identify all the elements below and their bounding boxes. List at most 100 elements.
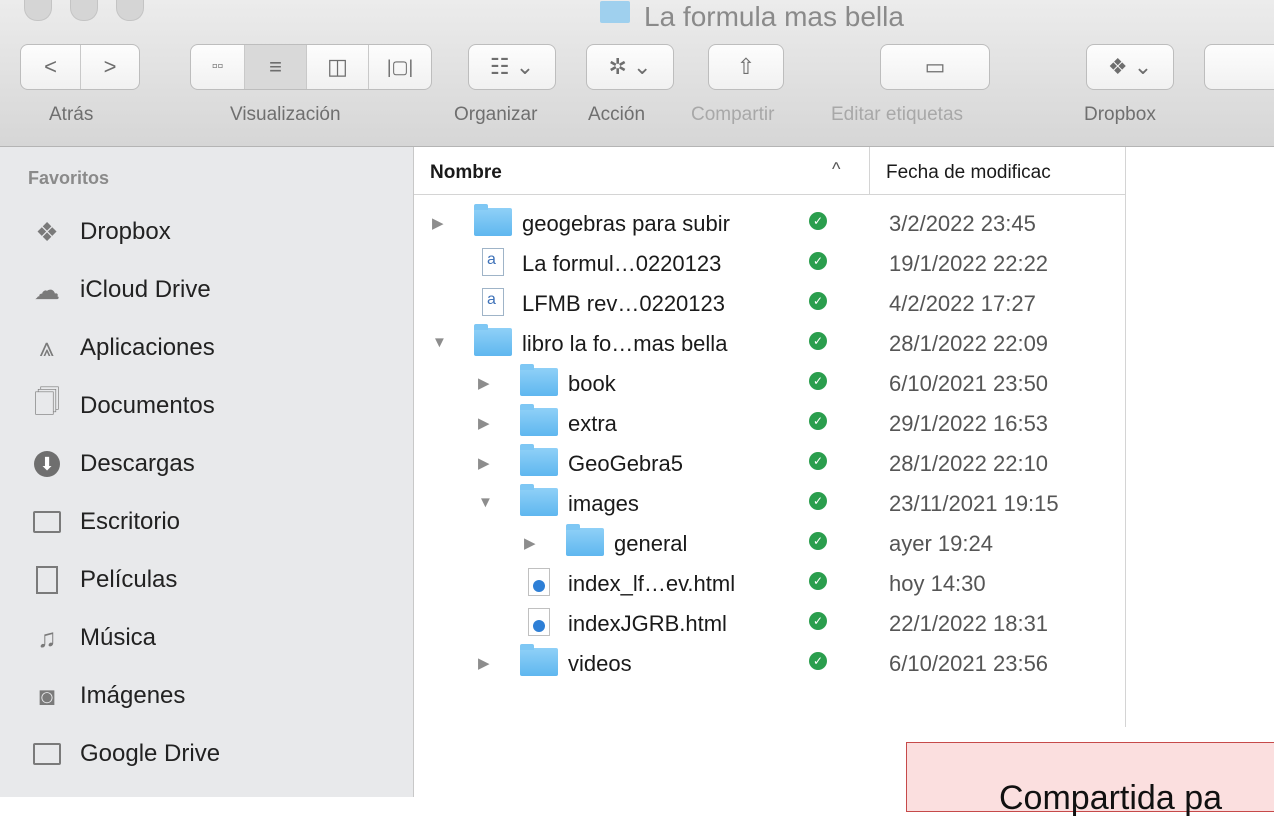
share-label: Compartir: [691, 104, 775, 125]
file-icon: [520, 568, 550, 596]
file-icon: [520, 444, 558, 476]
sidebar-item-label: Descargas: [80, 450, 195, 477]
folder-icon: [520, 644, 558, 676]
search-field[interactable]: [1204, 44, 1274, 90]
dropbox-label: Dropbox: [1084, 104, 1156, 125]
back-button[interactable]: <: [21, 45, 81, 89]
file-name: indexJGRB.html: [568, 611, 727, 636]
sidebar-item-pictures[interactable]: ◙ Imágenes: [0, 671, 413, 721]
grid-icon: ▫▫: [211, 58, 224, 75]
column-header-modified[interactable]: Fecha de modificac: [886, 162, 1124, 184]
icon-view-button[interactable]: ▫▫: [191, 45, 245, 89]
disclosure-collapsed-icon[interactable]: ▶: [478, 374, 490, 392]
list-header: Nombre ^ Fecha de modificac: [414, 147, 1126, 195]
chevron-right-icon: >: [103, 54, 117, 79]
sidebar-item-movies[interactable]: Películas: [0, 555, 413, 605]
coverflow-view-button[interactable]: |▢|: [369, 45, 431, 89]
table-row[interactable]: ▶ book ✓ 6/10/2021 23:50: [414, 362, 1126, 402]
sidebar-header: Favoritos: [28, 168, 110, 188]
file-icon: [566, 524, 604, 556]
close-window-button[interactable]: [24, 0, 52, 21]
action-button[interactable]: ✲ ⌄: [586, 44, 674, 90]
html-file-icon: [528, 568, 550, 596]
table-row[interactable]: ▼ images ✓ 23/11/2021 19:15: [414, 482, 1126, 522]
disclosure-collapsed-icon[interactable]: ▶: [478, 654, 490, 672]
sidebar-item-desktop[interactable]: Escritorio: [0, 497, 413, 547]
modified-date: 23/11/2021 19:15: [889, 491, 1059, 516]
tag-icon: ▭: [924, 54, 946, 79]
table-row[interactable]: a La formul…0220123 ✓ 19/1/2022 22:22: [414, 242, 1126, 282]
sort-ascending-icon[interactable]: ^: [832, 159, 840, 180]
folder-icon: [474, 324, 512, 356]
finder-toolbar: La formula mas bella < > ▫▫ ≡ ◫ |▢| ☷ ⌄ …: [0, 0, 1274, 147]
disclosure-collapsed-icon[interactable]: ▶: [478, 454, 490, 472]
file-name: general: [614, 531, 688, 556]
forward-button[interactable]: >: [81, 45, 139, 89]
coverflow-icon: |▢|: [386, 56, 414, 77]
sync-check-icon: ✓: [809, 372, 827, 390]
desktop-icon: [30, 507, 64, 537]
table-row[interactable]: indexJGRB.html ✓ 22/1/2022 18:31: [414, 602, 1126, 642]
folder-icon: [474, 204, 512, 236]
sidebar-item-documents[interactable]: 🗍 Documentos: [0, 381, 413, 431]
edit-tags-button[interactable]: ▭: [880, 44, 990, 90]
documents-icon: 🗍: [34, 387, 60, 417]
modified-date: 4/2/2022 17:27: [889, 291, 1036, 316]
modified-date: 19/1/2022 22:22: [889, 251, 1049, 276]
file-name: GeoGebra5: [568, 451, 683, 476]
table-row[interactable]: ▶ general ✓ ayer 19:24: [414, 522, 1126, 562]
sync-check-icon: ✓: [809, 612, 827, 630]
disclosure-collapsed-icon[interactable]: ▶: [478, 414, 490, 432]
sidebar-item-label: Música: [80, 624, 157, 651]
column-divider[interactable]: [869, 147, 870, 194]
column-header-name[interactable]: Nombre: [430, 162, 502, 184]
file-icon: [520, 484, 558, 516]
sidebar-item-music[interactable]: ♫ Música: [0, 613, 413, 663]
modified-date: 28/1/2022 22:09: [889, 331, 1049, 356]
sync-check-icon: ✓: [809, 492, 827, 510]
table-row[interactable]: a LFMB rev…0220123 ✓ 4/2/2022 17:27: [414, 282, 1126, 322]
columns-icon: ◫: [327, 54, 348, 79]
disclosure-collapsed-icon[interactable]: ▶: [432, 214, 444, 232]
table-row[interactable]: ▶ videos ✓ 6/10/2021 23:56: [414, 642, 1126, 682]
arrange-button[interactable]: ☷ ⌄: [468, 44, 556, 90]
action-label: Acción: [588, 104, 646, 125]
table-row[interactable]: ▼ libro la fo…mas bella ✓ 28/1/2022 22:09: [414, 322, 1126, 362]
modified-date: 6/10/2021 23:56: [889, 651, 1049, 676]
minimize-window-button[interactable]: [70, 0, 98, 21]
sidebar-item-label: Dropbox: [80, 218, 171, 245]
sidebar-item-label: Imágenes: [80, 682, 186, 709]
organize-label: Organizar: [454, 104, 538, 125]
text-document-icon: a: [482, 288, 504, 316]
file-name: images: [568, 491, 639, 516]
folder-icon: [520, 444, 558, 476]
sidebar-item-downloads[interactable]: ⬇ Descargas: [0, 439, 413, 489]
folder-icon: [566, 524, 604, 556]
sidebar-item-dropbox[interactable]: ❖ Dropbox: [0, 207, 413, 257]
sidebar-item-label: Google Drive: [80, 740, 221, 767]
table-row[interactable]: ▶ geogebras para subir ✓ 3/2/2022 23:45: [414, 202, 1126, 242]
table-row[interactable]: index_lf…ev.html ✓ hoy 14:30: [414, 562, 1126, 602]
table-row[interactable]: ▶ GeoGebra5 ✓ 28/1/2022 22:10: [414, 442, 1126, 482]
text-document-icon: a: [482, 248, 504, 276]
share-button[interactable]: ⇧: [708, 44, 784, 90]
list-view-button[interactable]: ≡: [245, 45, 307, 89]
dropbox-menu-button[interactable]: ❖ ⌄: [1086, 44, 1174, 90]
window-title: La formula mas bella: [600, 0, 904, 34]
column-view-button[interactable]: ◫: [307, 45, 369, 89]
pictures-icon: ◙: [39, 680, 55, 711]
movies-icon: [30, 565, 64, 595]
edit-tags-label: Editar etiquetas: [831, 104, 964, 125]
disclosure-expanded-icon[interactable]: ▼: [432, 334, 447, 351]
file-icon: [520, 644, 558, 676]
table-row[interactable]: ▶ extra ✓ 29/1/2022 16:53: [414, 402, 1126, 442]
sidebar-item-applications[interactable]: ⩓ Aplicaciones: [0, 323, 413, 373]
disclosure-collapsed-icon[interactable]: ▶: [524, 534, 536, 552]
sync-check-icon: ✓: [809, 452, 827, 470]
sidebar-item-google-drive[interactable]: Google Drive: [0, 729, 413, 779]
file-icon: [474, 204, 512, 236]
zoom-window-button[interactable]: [116, 0, 144, 21]
sidebar-item-icloud-drive[interactable]: ☁ iCloud Drive: [0, 265, 413, 315]
modified-date: 3/2/2022 23:45: [889, 211, 1036, 236]
disclosure-expanded-icon[interactable]: ▼: [478, 494, 493, 511]
